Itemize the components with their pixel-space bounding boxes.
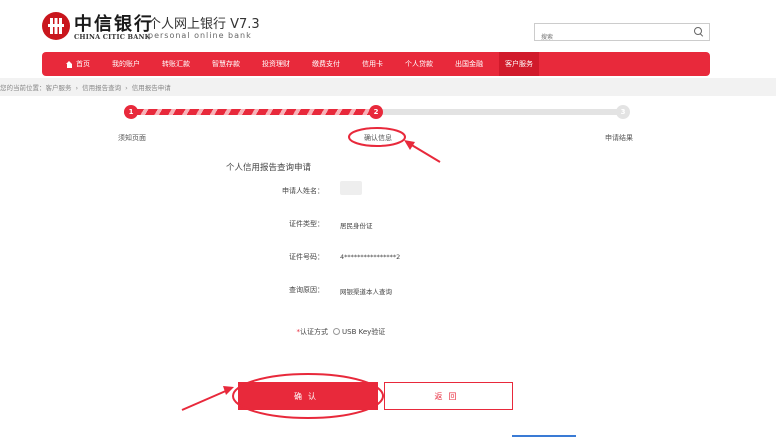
nav-item-investment[interactable]: 投资理财 bbox=[262, 52, 290, 76]
step-2-label: 确认信息 bbox=[364, 134, 392, 142]
step-3-label: 申请结果 bbox=[605, 134, 633, 142]
nav-item-deposit[interactable]: 智慧存款 bbox=[212, 52, 240, 76]
query-reason-label: 查询原因： bbox=[289, 286, 324, 294]
breadcrumb-separator-icon: › bbox=[75, 84, 79, 92]
auth-method-label: *认证方式 bbox=[248, 327, 329, 337]
id-type-label: 证件类型： bbox=[289, 220, 324, 228]
step-1-marker: 1 bbox=[124, 105, 138, 119]
search-input[interactable] bbox=[535, 29, 685, 46]
breadcrumb-item[interactable]: 客户服务 bbox=[46, 84, 72, 92]
product-subtitle: personal online bank bbox=[148, 31, 252, 40]
query-reason-value: 网银渠道本人查询 bbox=[340, 288, 392, 296]
nav-item-payment[interactable]: 缴费支付 bbox=[312, 52, 340, 76]
annotation-arrowhead-confirm bbox=[223, 386, 234, 395]
citic-logo-icon bbox=[42, 12, 70, 40]
bottom-link[interactable] bbox=[512, 435, 576, 437]
nav-item-transfer[interactable]: 转账汇款 bbox=[162, 52, 190, 76]
id-number-label: 证件号码： bbox=[289, 253, 324, 261]
breadcrumb-prefix: 您的当前位置： bbox=[0, 84, 46, 92]
breadcrumb-item: 信用报告申请 bbox=[131, 84, 171, 92]
progress-fill bbox=[124, 109, 376, 115]
step-2-marker: 2 bbox=[369, 105, 383, 119]
annotation-arrowhead-step bbox=[404, 140, 415, 150]
header: 中信银行 CHINA CITIC BANK 个人网上银行 V7.3 person… bbox=[0, 0, 776, 50]
main-nav: 首页 我的账户 转账汇款 智慧存款 投资理财 缴费支付 信用卡 个人贷款 出国金… bbox=[42, 52, 710, 76]
nav-item-loan[interactable]: 个人贷款 bbox=[405, 52, 433, 76]
search-icon[interactable] bbox=[694, 27, 704, 37]
step-3-marker: 3 bbox=[616, 105, 630, 119]
annotation-arrow-confirm bbox=[181, 389, 229, 411]
form-title: 个人信用报告查询申请 bbox=[226, 163, 312, 173]
nav-item-label: 首页 bbox=[76, 60, 90, 68]
auth-label-text: 认证方式 bbox=[300, 328, 328, 336]
id-type-value: 居民身份证 bbox=[340, 222, 373, 230]
nav-item-my-account[interactable]: 我的账户 bbox=[112, 52, 140, 76]
radio-icon[interactable] bbox=[333, 328, 340, 335]
breadcrumb-item[interactable]: 信用报告查询 bbox=[82, 84, 121, 92]
nav-item-credit-card[interactable]: 信用卡 bbox=[362, 52, 383, 76]
confirm-button[interactable]: 确认 bbox=[238, 382, 378, 410]
annotation-arrow-step bbox=[409, 143, 441, 163]
home-icon bbox=[66, 60, 73, 68]
product-title: 个人网上银行 V7.3 bbox=[148, 17, 260, 32]
bank-name-en: CHINA CITIC BANK bbox=[74, 33, 151, 41]
nav-item-overseas[interactable]: 出国金融 bbox=[455, 52, 483, 76]
search-box[interactable] bbox=[534, 23, 710, 46]
id-number-value: 4****************2 bbox=[340, 253, 401, 261]
nav-item-customer-service[interactable]: 客户服务 bbox=[499, 52, 539, 76]
auth-option-usb-key[interactable]: USB Key验证 bbox=[333, 327, 385, 337]
applicant-name-value bbox=[340, 181, 362, 195]
auth-option-label: USB Key验证 bbox=[342, 328, 386, 336]
back-button[interactable]: 返回 bbox=[384, 382, 513, 410]
step-1-label: 须知页面 bbox=[118, 134, 146, 142]
applicant-name-label: 申请人姓名： bbox=[282, 187, 324, 195]
breadcrumb-separator-icon: › bbox=[125, 84, 128, 92]
nav-item-home[interactable]: 首页 bbox=[66, 52, 90, 76]
breadcrumb: 您的当前位置：客户服务 › 信用报告查询 › 信用报告申请 bbox=[0, 82, 171, 92]
